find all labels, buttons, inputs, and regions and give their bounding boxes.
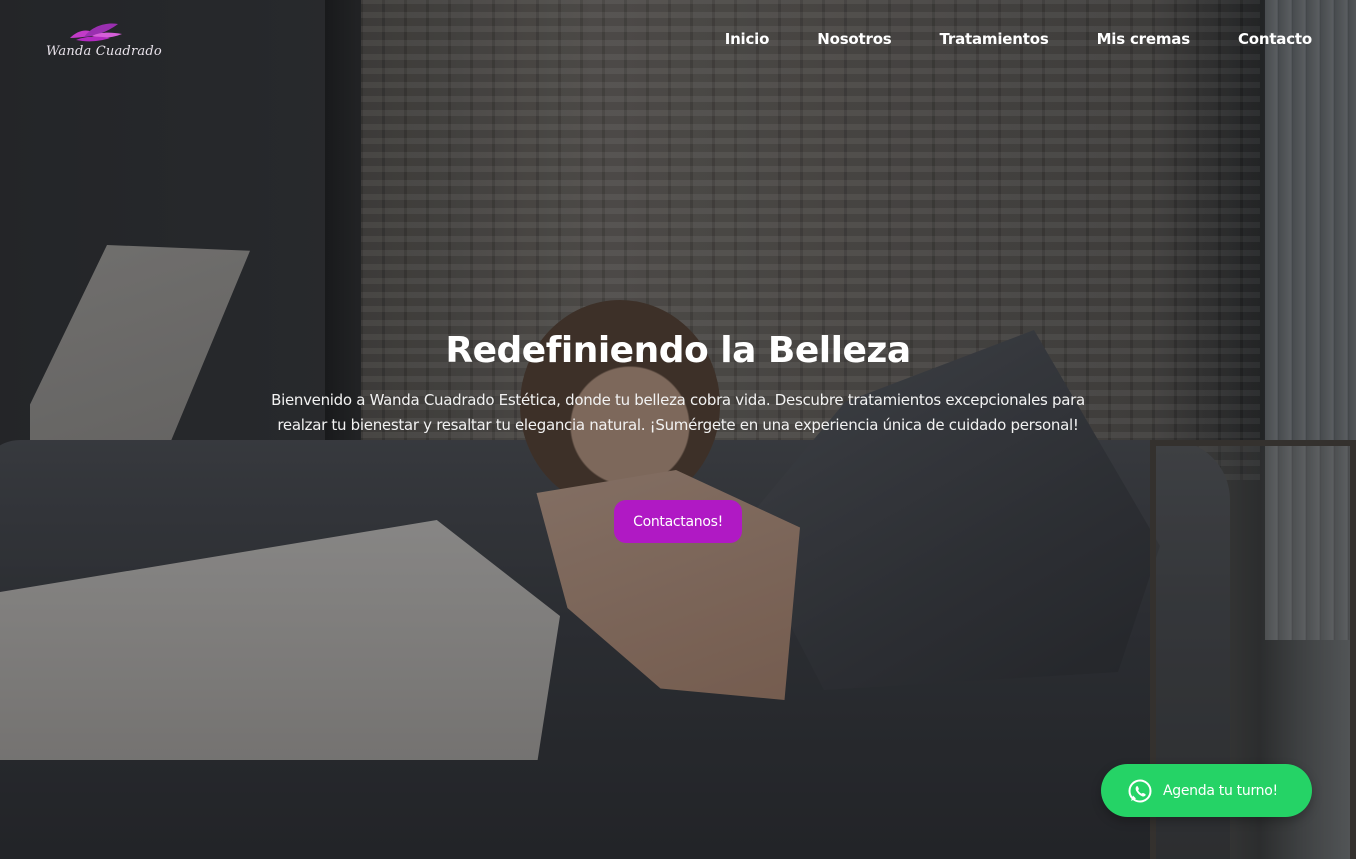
lotus-flower-icon [70, 23, 122, 42]
nav-item-nosotros[interactable]: Nosotros [817, 28, 891, 50]
contact-button[interactable]: Contactanos! [614, 500, 742, 543]
brand-name: Wanda Cuadrado [46, 44, 162, 59]
nav-item-mis-cremas[interactable]: Mis cremas [1097, 28, 1191, 50]
hero-title: Redefiniendo la Belleza [445, 330, 911, 371]
hero-description: Bienvenido a Wanda Cuadrado Estética, do… [271, 391, 1085, 434]
whatsapp-icon [1128, 779, 1152, 802]
whatsapp-booking-button[interactable]: Agenda tu turno! [1101, 764, 1312, 817]
nav-item-inicio[interactable]: Inicio [725, 28, 770, 50]
nav-item-tratamientos[interactable]: Tratamientos [940, 28, 1049, 50]
brand-logo[interactable]: Wanda Cuadrado [46, 22, 162, 66]
nav-item-contacto[interactable]: Contacto [1238, 28, 1312, 50]
hero-section: Wanda Cuadrado Inicio Nosotros Tratamien… [0, 0, 1356, 859]
whatsapp-button-label: Agenda tu turno! [1163, 782, 1278, 799]
main-nav: Inicio Nosotros Tratamientos Mis cremas … [725, 28, 1313, 50]
